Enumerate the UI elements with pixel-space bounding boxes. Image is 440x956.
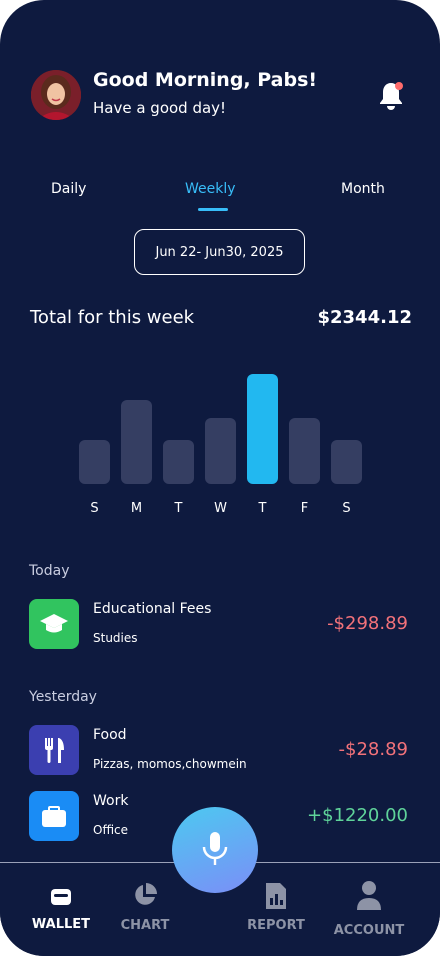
transaction-amount: -$28.89 — [338, 739, 408, 760]
nav-wallet-label: WALLET — [31, 917, 91, 932]
chart-bar[interactable] — [163, 440, 194, 484]
chart-bar[interactable] — [79, 440, 110, 484]
date-range-selector[interactable]: Jun 22- Jun30, 2025 — [134, 229, 305, 275]
transaction-title: Food — [93, 727, 127, 743]
chart-day-label: T — [174, 501, 183, 516]
chart-day-label: M — [130, 501, 143, 516]
chart-day-label: W — [214, 501, 227, 516]
transaction-category: Office — [93, 823, 129, 837]
nav-report-label: REPORT — [247, 918, 305, 933]
total-value: $2344.12 — [317, 307, 412, 328]
app-screen: Good Morning, Pabs! Have a good day! Dai… — [0, 0, 440, 956]
notification-dot — [395, 82, 403, 90]
briefcase-icon — [29, 791, 79, 841]
section-today: Today — [29, 563, 70, 579]
tab-weekly[interactable]: Weekly — [185, 181, 236, 197]
transaction-title: Work — [93, 793, 129, 809]
greeting-title: Good Morning, Pabs! — [93, 69, 318, 91]
weekly-bar-chart: SMTWTFS — [0, 360, 440, 530]
chart-day-label: T — [258, 501, 267, 516]
tab-month[interactable]: Month — [341, 181, 385, 197]
transaction-category: Pizzas, momos,chowmein — [93, 757, 247, 771]
tab-daily[interactable]: Daily — [51, 181, 86, 197]
graduation-cap-icon — [29, 599, 79, 649]
transaction-title: Educational Fees — [93, 601, 212, 617]
chart-bar[interactable] — [331, 440, 362, 484]
greeting-subtitle: Have a good day! — [93, 99, 227, 117]
nav-chart-label: CHART — [120, 918, 170, 933]
chart-bar[interactable] — [205, 418, 236, 484]
chart-day-label: S — [90, 501, 99, 516]
voice-input-button[interactable] — [172, 807, 258, 893]
transaction-amount: +$1220.00 — [307, 805, 408, 826]
microphone-icon — [202, 832, 228, 865]
total-label: Total for this week — [30, 307, 195, 328]
avatar[interactable] — [31, 70, 81, 120]
fork-knife-icon — [29, 725, 79, 775]
chart-day-label: S — [342, 501, 351, 516]
chart-bar[interactable] — [121, 400, 152, 484]
report-icon — [266, 883, 286, 909]
chart-bar[interactable] — [289, 418, 320, 484]
chart-bar[interactable] — [247, 374, 278, 484]
transaction-amount: -$298.89 — [327, 613, 408, 634]
chart-day-label: F — [300, 501, 309, 516]
pie-chart-icon — [135, 883, 157, 905]
user-icon — [357, 881, 381, 910]
transaction-category: Studies — [93, 631, 138, 645]
nav-account-label: ACCOUNT — [333, 923, 405, 938]
wallet-icon — [51, 889, 71, 905]
tab-active-indicator — [198, 208, 228, 211]
section-yesterday: Yesterday — [29, 689, 97, 705]
date-range-label: Jun 22- Jun30, 2025 — [155, 244, 284, 260]
notification-bell-icon[interactable] — [376, 80, 406, 112]
